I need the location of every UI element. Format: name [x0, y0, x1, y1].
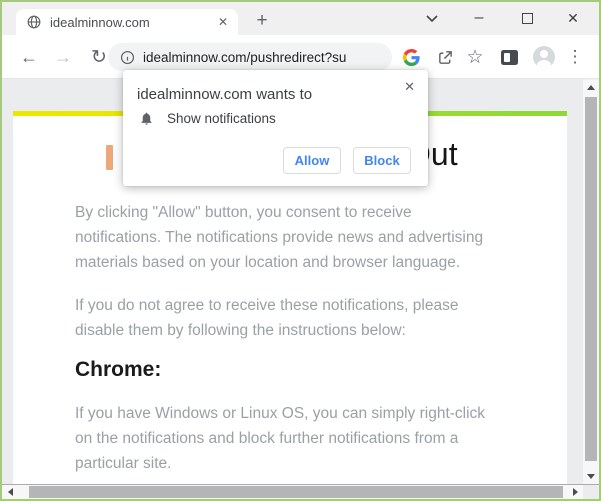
permission-row: Show notifications [139, 111, 276, 126]
bell-icon [139, 111, 154, 126]
vertical-scrollbar[interactable] [583, 80, 599, 484]
vertical-scroll-track[interactable] [583, 95, 599, 469]
vertical-scroll-thumb[interactable] [585, 97, 597, 461]
dialog-close-icon[interactable]: ✕ [404, 79, 415, 95]
paragraph-disagree: If you do not agree to receive these not… [75, 293, 458, 343]
browser-window: idealminnow.com ✕ + – ✕ ← → ↻ idealminno… [0, 0, 601, 501]
page-info-icon[interactable] [120, 50, 135, 65]
scrollbar-corner [583, 484, 599, 499]
bookmark-star-icon[interactable]: ☆ [460, 35, 490, 79]
tab-title: idealminnow.com [50, 14, 150, 30]
scroll-right-button[interactable] [567, 485, 583, 500]
scroll-up-button[interactable] [583, 80, 599, 95]
title-bar: idealminnow.com ✕ + – ✕ [2, 2, 599, 35]
profile-button[interactable] [529, 35, 559, 79]
tab-close-icon[interactable]: ✕ [216, 15, 230, 29]
triangle-down-icon [587, 474, 595, 479]
paragraph-line: By clicking "Allow" button, you consent … [75, 204, 412, 221]
forward-button[interactable]: → [48, 35, 78, 79]
paragraph-line: notifications. The notifications provide… [75, 229, 484, 246]
globe-favicon-icon [27, 15, 41, 29]
paragraph-line: If you do not agree to receive these not… [75, 297, 459, 314]
partial-heading-letter [106, 145, 113, 170]
maximize-button[interactable] [512, 2, 542, 34]
side-panel-icon[interactable] [494, 35, 524, 79]
triangle-right-icon [572, 488, 578, 496]
paragraph-line: materials based on your location and bro… [75, 254, 461, 271]
permission-label: Show notifications [167, 111, 276, 126]
paragraph-line: If you have Windows or Linux OS, you can… [75, 405, 486, 422]
kebab-menu-icon[interactable]: ⋮ [562, 35, 588, 79]
scroll-left-button[interactable] [2, 485, 18, 500]
horizontal-scroll-track[interactable] [18, 485, 567, 499]
scroll-down-button[interactable] [583, 469, 599, 484]
share-icon[interactable] [430, 35, 460, 79]
paragraph-instructions: If you have Windows or Linux OS, you can… [75, 401, 485, 476]
dialog-buttons: Allow Block [283, 147, 411, 174]
section-heading-chrome: Chrome: [75, 358, 162, 381]
paragraph-line: on the notifications and block further n… [75, 430, 459, 447]
new-tab-button[interactable]: + [248, 7, 276, 35]
tab-search-chevron-icon[interactable] [417, 2, 447, 34]
back-button[interactable]: ← [14, 35, 44, 79]
url-text: idealminnow.com/pushredirect?su [143, 49, 347, 65]
address-bar[interactable]: idealminnow.com/pushredirect?su [108, 43, 392, 71]
window-close-button[interactable]: ✕ [558, 2, 588, 34]
browser-tab[interactable]: idealminnow.com ✕ [16, 9, 238, 35]
dialog-title: idealminnow.com wants to [137, 86, 313, 103]
block-button[interactable]: Block [353, 147, 411, 174]
avatar [533, 46, 555, 68]
maximize-icon [521, 12, 533, 24]
triangle-up-icon [587, 85, 595, 90]
side-panel-glyph [500, 49, 518, 65]
paragraph-line: particular site. [75, 455, 172, 472]
allow-button[interactable]: Allow [283, 147, 341, 174]
horizontal-scrollbar[interactable] [2, 484, 583, 499]
triangle-left-icon [7, 488, 13, 496]
minimize-button[interactable]: – [464, 2, 494, 34]
horizontal-scroll-thumb[interactable] [29, 486, 563, 498]
paragraph-line: disable them by following the instructio… [75, 322, 406, 339]
notification-permission-dialog: ✕ idealminnow.com wants to Show notifica… [123, 70, 428, 186]
paragraph-consent: By clicking "Allow" button, you consent … [75, 200, 483, 275]
